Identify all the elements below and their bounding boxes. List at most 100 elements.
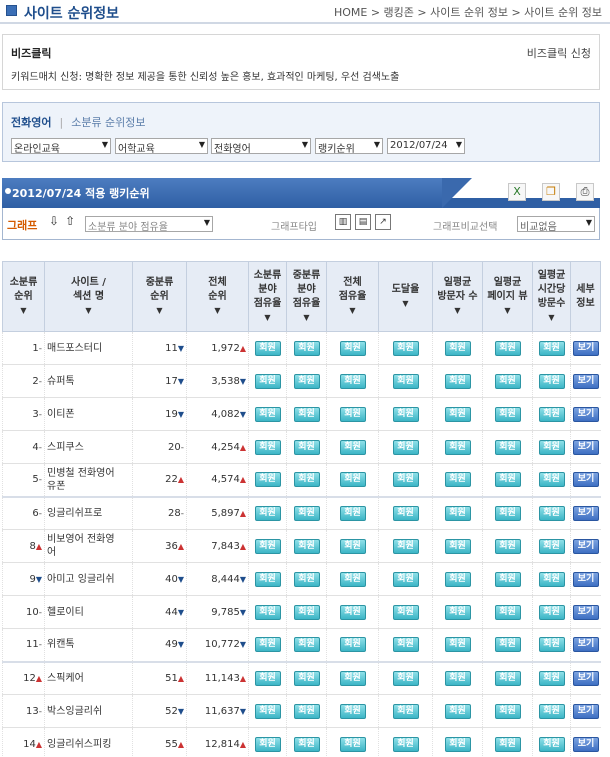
subcat-share-member-button[interactable]: 회원 [254, 538, 281, 554]
daily-visitors-member-button[interactable]: 회원 [444, 736, 471, 752]
header-subcat-share[interactable]: 소분류 분야 점유율 ▼ [248, 261, 287, 332]
daily-pageviews-member-button[interactable]: 회원 [494, 571, 521, 587]
subcat-share-member-button[interactable]: 회원 [254, 670, 281, 686]
reach-rate-member-button[interactable]: 회원 [392, 538, 419, 554]
site-name-cell[interactable]: 헬로이티 [44, 595, 133, 629]
subcat-share-member-button[interactable]: 회원 [254, 406, 281, 422]
daily-pageviews-member-button[interactable]: 회원 [494, 604, 521, 620]
site-name-link[interactable]: 헬로이티 [47, 607, 84, 618]
view-detail-button[interactable]: 보기 [573, 340, 599, 356]
site-name-cell[interactable]: 슈퍼톡 [44, 364, 133, 398]
arrow-up-icon[interactable]: ⇧ [65, 214, 75, 228]
hourly-visits-member-button[interactable]: 회원 [538, 703, 565, 719]
reach-rate-member-button[interactable]: 회원 [392, 637, 419, 653]
total-share-member-button[interactable]: 회원 [339, 604, 366, 620]
daily-visitors-member-button[interactable]: 회원 [444, 340, 471, 356]
header-hourly-visits[interactable]: 일평균 시간당 방문수 ▼ [532, 261, 571, 332]
reach-rate-member-button[interactable]: 회원 [392, 670, 419, 686]
midcat-share-member-button[interactable]: 회원 [293, 637, 320, 653]
total-share-member-button[interactable]: 회원 [339, 439, 366, 455]
daily-visitors-member-button[interactable]: 회원 [444, 472, 471, 488]
header-site-name[interactable]: 사이트 / 섹션 명 ▼ [44, 261, 133, 332]
reach-rate-member-button[interactable]: 회원 [392, 472, 419, 488]
view-detail-button[interactable]: 보기 [573, 406, 599, 422]
reach-rate-member-button[interactable]: 회원 [392, 340, 419, 356]
daily-pageviews-member-button[interactable]: 회원 [494, 505, 521, 521]
hourly-visits-member-button[interactable]: 회원 [538, 406, 565, 422]
site-name-cell[interactable]: 잉글리쉬프로 [44, 496, 133, 530]
breadcrumb[interactable]: HOME > 랭킹존 > 사이트 순위 정보 > 사이트 순위 정보 [334, 4, 602, 20]
daily-visitors-member-button[interactable]: 회원 [444, 538, 471, 554]
midcat-share-member-button[interactable]: 회원 [293, 571, 320, 587]
stacked-chart-icon[interactable]: ▤ [355, 214, 371, 230]
view-detail-button[interactable]: 보기 [573, 736, 599, 752]
site-name-link[interactable]: 비보영어 전화영 어 [47, 534, 115, 558]
total-share-member-button[interactable]: 회원 [339, 538, 366, 554]
daily-pageviews-member-button[interactable]: 회원 [494, 736, 521, 752]
total-share-member-button[interactable]: 회원 [339, 736, 366, 752]
view-detail-button[interactable]: 보기 [573, 472, 599, 488]
daily-pageviews-member-button[interactable]: 회원 [494, 637, 521, 653]
arrow-down-icon[interactable]: ⇩ [49, 214, 59, 228]
subcat-share-member-button[interactable]: 회원 [254, 604, 281, 620]
view-detail-button[interactable]: 보기 [573, 505, 599, 521]
daily-visitors-member-button[interactable]: 회원 [444, 439, 471, 455]
view-detail-button[interactable]: 보기 [573, 670, 599, 686]
header-subcat-rank[interactable]: 소분류 순위 ▼ [2, 261, 45, 332]
midcat-share-member-button[interactable]: 회원 [293, 340, 320, 356]
category-select-2[interactable]: 어학교육 ▼ [115, 138, 208, 154]
hourly-visits-member-button[interactable]: 회원 [538, 472, 565, 488]
site-name-link[interactable]: 위캔톡 [47, 639, 75, 650]
site-name-link[interactable]: 매드포스터디 [47, 343, 102, 354]
header-daily-visitors[interactable]: 일평균 방문자 수 ▼ [432, 261, 483, 332]
site-name-link[interactable]: 스픽케어 [47, 673, 84, 684]
daily-visitors-member-button[interactable]: 회원 [444, 637, 471, 653]
site-name-cell[interactable]: 스픽케어 [44, 661, 133, 695]
daily-pageviews-member-button[interactable]: 회원 [494, 439, 521, 455]
midcat-share-member-button[interactable]: 회원 [293, 703, 320, 719]
subcat-share-member-button[interactable]: 회원 [254, 637, 281, 653]
print-icon[interactable]: ⎙ [576, 183, 594, 201]
site-name-link[interactable]: 박스잉글리쉬 [47, 706, 102, 717]
reach-rate-member-button[interactable]: 회원 [392, 703, 419, 719]
hourly-visits-member-button[interactable]: 회원 [538, 439, 565, 455]
daily-visitors-member-button[interactable]: 회원 [444, 670, 471, 686]
hourly-visits-member-button[interactable]: 회원 [538, 538, 565, 554]
hourly-visits-member-button[interactable]: 회원 [538, 340, 565, 356]
total-share-member-button[interactable]: 회원 [339, 472, 366, 488]
subcat-share-member-button[interactable]: 회원 [254, 703, 281, 719]
subcat-share-member-button[interactable]: 회원 [254, 439, 281, 455]
category-select-1[interactable]: 온라인교육 ▼ [11, 138, 111, 154]
total-share-member-button[interactable]: 회원 [339, 670, 366, 686]
header-daily-pageviews[interactable]: 일평균 페이지 뷰 ▼ [482, 261, 533, 332]
site-name-link[interactable]: 스피쿠스 [47, 442, 84, 453]
view-detail-button[interactable]: 보기 [573, 703, 599, 719]
subcat-share-member-button[interactable]: 회원 [254, 373, 281, 389]
daily-pageviews-member-button[interactable]: 회원 [494, 340, 521, 356]
copy-icon[interactable]: ❐ [542, 183, 560, 201]
site-name-cell[interactable]: 스피쿠스 [44, 430, 133, 464]
daily-visitors-member-button[interactable]: 회원 [444, 703, 471, 719]
rank-type-select[interactable]: 랭키순위 ▼ [315, 138, 383, 154]
reach-rate-member-button[interactable]: 회원 [392, 439, 419, 455]
daily-visitors-member-button[interactable]: 회원 [444, 571, 471, 587]
hourly-visits-member-button[interactable]: 회원 [538, 637, 565, 653]
daily-visitors-member-button[interactable]: 회원 [444, 406, 471, 422]
midcat-share-member-button[interactable]: 회원 [293, 736, 320, 752]
site-name-link[interactable]: 아미고 잉글리쉬 [47, 574, 115, 585]
site-name-link[interactable]: 민병철 전화영어 유폰 [47, 468, 115, 492]
hourly-visits-member-button[interactable]: 회원 [538, 736, 565, 752]
site-name-cell[interactable]: 비보영어 전화영 어 [44, 529, 133, 563]
total-share-member-button[interactable]: 회원 [339, 505, 366, 521]
view-detail-button[interactable]: 보기 [573, 538, 599, 554]
daily-pageviews-member-button[interactable]: 회원 [494, 703, 521, 719]
site-name-link[interactable]: 슈퍼톡 [47, 376, 75, 387]
hourly-visits-member-button[interactable]: 회원 [538, 571, 565, 587]
date-select[interactable]: 2012/07/24 ▼ [387, 138, 465, 154]
hourly-visits-member-button[interactable]: 회원 [538, 505, 565, 521]
total-share-member-button[interactable]: 회원 [339, 406, 366, 422]
excel-icon[interactable]: X [508, 183, 526, 201]
bar-chart-icon[interactable]: ▥ [335, 214, 351, 230]
midcat-share-member-button[interactable]: 회원 [293, 505, 320, 521]
header-reach-rate[interactable]: 도달율 ▼ [378, 261, 433, 332]
